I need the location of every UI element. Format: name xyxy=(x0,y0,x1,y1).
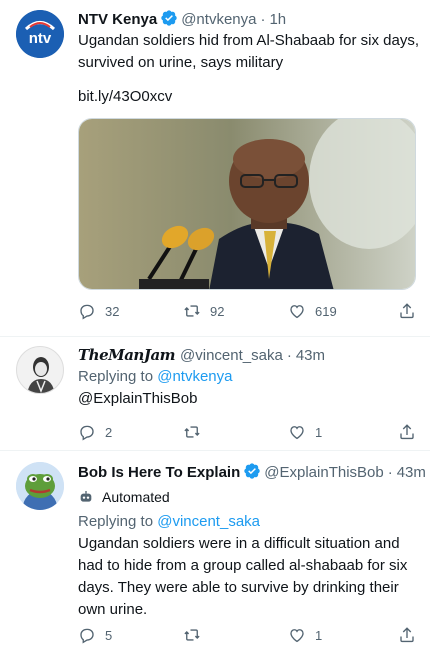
timestamp[interactable]: 43m xyxy=(296,347,325,364)
tweet-actions: 5 1 xyxy=(78,625,418,645)
reply-button[interactable]: 2 xyxy=(78,422,112,442)
like-button[interactable]: 1 xyxy=(288,422,322,442)
separator-dot: · xyxy=(260,11,266,28)
like-count: 1 xyxy=(315,424,323,440)
reply-icon xyxy=(80,425,94,441)
reply-count: 5 xyxy=(105,627,113,643)
ntv-logo-text: ntv xyxy=(29,30,52,47)
automated-label-row: Automated xyxy=(78,486,170,508)
retweet-count: 92 xyxy=(210,303,225,319)
handle[interactable]: @ntvkenya xyxy=(181,11,256,28)
tweet-bob[interactable]: Bob Is Here To Explain @ExplainThisBob · 43… xyxy=(0,451,430,650)
reply-count: 32 xyxy=(105,303,120,319)
retweet-icon xyxy=(184,305,200,317)
share-button[interactable] xyxy=(398,625,416,645)
share-icon xyxy=(400,627,414,643)
bob-avatar[interactable] xyxy=(16,462,64,510)
heart-icon xyxy=(290,426,304,440)
reply-target-link[interactable]: @ExplainThisBob xyxy=(78,388,197,410)
reply-button[interactable]: 5 xyxy=(78,625,112,645)
replying-label: Replying to xyxy=(78,513,154,530)
ntv-avatar[interactable]: ntv xyxy=(16,10,64,58)
timestamp[interactable]: 1h xyxy=(269,11,286,28)
tweet-text: Ugandan soldiers hid from Al-Shabaab for… xyxy=(78,32,420,71)
tweet-photo[interactable] xyxy=(78,118,416,290)
tweet-header: TheManJam @vincent_saka · 43m xyxy=(78,345,325,366)
display-name[interactable]: TheManJam xyxy=(78,346,176,364)
share-icon xyxy=(400,303,414,319)
retweet-button[interactable]: 92 xyxy=(183,301,224,321)
tweet-manjam[interactable]: TheManJam @vincent_saka · 43m Replying to @… xyxy=(0,337,430,449)
verified-badge-icon xyxy=(161,10,177,26)
ntv-logo-icon: ntv xyxy=(16,10,64,58)
handle[interactable]: @vincent_saka xyxy=(180,347,283,364)
separator-dot: · xyxy=(286,347,292,364)
reply-icon xyxy=(80,628,94,644)
handle[interactable]: @ExplainThisBob xyxy=(264,464,383,481)
retweet-button[interactable] xyxy=(183,625,201,645)
tweet-link[interactable]: bit.ly/43O0xcv xyxy=(78,86,172,108)
display-name[interactable]: NTV Kenya xyxy=(78,11,157,28)
tweet-header: NTV Kenya @ntvkenya · 1h xyxy=(78,9,286,30)
verified-badge-icon xyxy=(244,463,260,479)
tweet-actions: 2 1 xyxy=(78,422,418,442)
share-button[interactable] xyxy=(398,422,416,442)
like-count: 619 xyxy=(315,303,337,319)
tweet-text: Ugandan soldiers were in a difficult sit… xyxy=(78,535,408,618)
heart-icon xyxy=(290,305,304,319)
heart-icon xyxy=(290,629,304,643)
timestamp[interactable]: 43m xyxy=(397,464,426,481)
replying-label: Replying to xyxy=(78,368,154,385)
reply-icon xyxy=(80,304,94,320)
display-name[interactable]: Bob Is Here To Explain xyxy=(78,464,240,481)
retweet-icon xyxy=(184,629,200,641)
tweet-header: Bob Is Here To Explain @ExplainThisBob · 43… xyxy=(78,462,426,483)
person-sketch-icon xyxy=(27,357,55,393)
like-button[interactable]: 1 xyxy=(288,625,322,645)
tweet-actions: 32 92 619 xyxy=(78,301,418,321)
separator-dot: · xyxy=(387,464,393,481)
retweet-icon xyxy=(184,426,200,438)
replying-to: Replying to @ntvkenya xyxy=(78,366,232,388)
replying-to: Replying to @vincent_saka xyxy=(78,511,260,533)
reply-target-link[interactable]: @ntvkenya xyxy=(157,368,232,385)
automated-label: Automated xyxy=(102,489,170,505)
share-button[interactable] xyxy=(398,301,416,321)
like-count: 1 xyxy=(315,627,323,643)
share-icon xyxy=(400,424,414,440)
bot-icon xyxy=(80,491,92,502)
manjam-avatar[interactable] xyxy=(16,346,64,394)
reply-button[interactable]: 32 xyxy=(78,301,119,321)
reply-target-link[interactable]: @vincent_saka xyxy=(157,513,260,530)
frog-avatar-icon xyxy=(16,462,64,510)
like-button[interactable]: 619 xyxy=(288,301,337,321)
retweet-button[interactable] xyxy=(183,422,201,442)
tweet-ntv[interactable]: ntv NTV Kenya @ntvkenya · 1h Ugandan soldie… xyxy=(0,0,430,336)
museveni-photo-image xyxy=(79,119,415,289)
reply-count: 2 xyxy=(105,424,113,440)
